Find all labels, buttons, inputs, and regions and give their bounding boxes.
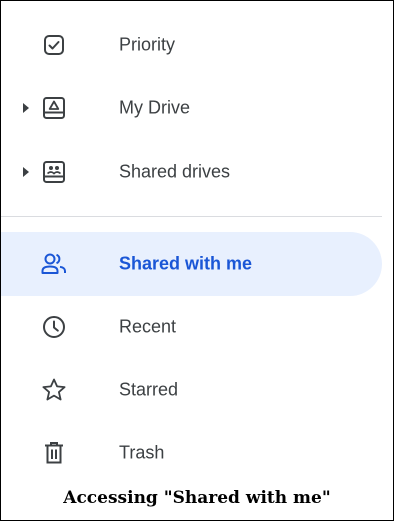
drive-icon	[41, 95, 67, 121]
nav-item-label: My Drive	[119, 97, 190, 118]
checkbox-icon	[41, 32, 67, 58]
star-icon	[41, 377, 67, 403]
divider	[1, 216, 382, 217]
shared-drives-icon	[41, 159, 67, 185]
nav-item-label: Shared drives	[119, 161, 231, 182]
clock-icon	[41, 314, 67, 340]
nav-item-priority[interactable]: Priority	[1, 13, 382, 77]
nav-item-trash[interactable]: Trash	[1, 421, 382, 485]
figure-caption: Accessing "Shared with me"	[63, 488, 331, 508]
expand-arrow-icon[interactable]	[21, 102, 31, 114]
nav-item-label: Shared with me	[119, 253, 253, 274]
nav-item-my-drive[interactable]: My Drive	[1, 76, 382, 140]
drive-sidebar: Priority My Drive Shared drives Shared w…	[0, 0, 394, 521]
nav-item-label: Priority	[119, 34, 176, 55]
nav-item-shared-drives[interactable]: Shared drives	[1, 140, 382, 204]
nav-item-shared-with-me[interactable]: Shared with me	[1, 232, 382, 296]
nav-item-label: Trash	[119, 442, 165, 463]
expand-arrow-icon[interactable]	[21, 166, 31, 178]
nav-item-label: Starred	[119, 379, 179, 400]
nav-item-starred[interactable]: Starred	[1, 358, 382, 422]
nav-item-recent[interactable]: Recent	[1, 295, 382, 359]
trash-icon	[41, 440, 67, 466]
people-icon	[41, 251, 67, 277]
nav-item-label: Recent	[119, 316, 177, 337]
